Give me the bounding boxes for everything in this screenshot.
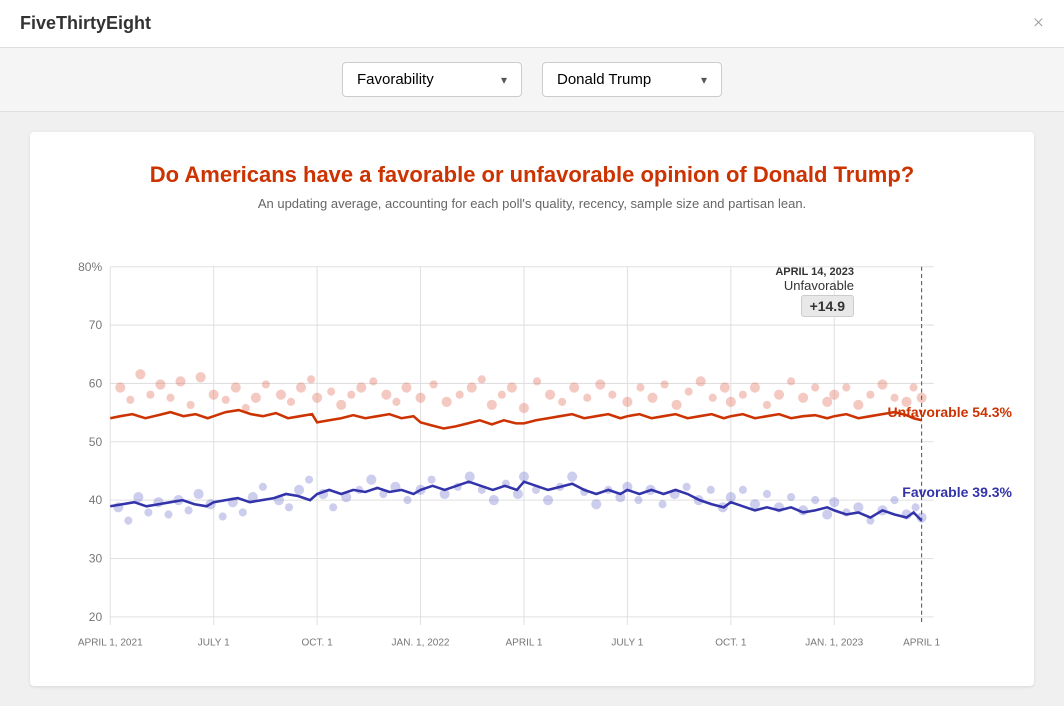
svg-text:APRIL 1: APRIL 1 [505,637,542,648]
chart-title: Do Americans have a favorable or unfavor… [50,162,1014,188]
svg-text:30: 30 [89,551,103,565]
tooltip-date: APRIL 14, 2023 [775,266,854,278]
favorability-dropdown[interactable]: Favorability ▾ [342,62,522,97]
tooltip-label: Unfavorable [775,278,854,293]
chart-container: Do Americans have a favorable or unfavor… [30,132,1034,686]
chart-area: APRIL 14, 2023 Unfavorable +14.9 Unfavor… [50,236,1014,666]
close-button[interactable]: × [1033,12,1044,35]
svg-text:JULY 1: JULY 1 [611,637,643,648]
svg-text:80%: 80% [78,260,102,274]
svg-text:20: 20 [89,610,103,624]
tooltip: APRIL 14, 2023 Unfavorable +14.9 [775,266,854,317]
main-chart-svg: 80% 70 60 50 40 30 20 APRIL 1, 2021 JULY… [50,236,1014,666]
svg-text:60: 60 [89,376,103,390]
person-dropdown[interactable]: Donald Trump ▾ [542,62,722,97]
svg-text:JAN. 1, 2022: JAN. 1, 2022 [392,637,450,648]
svg-text:OCT. 1: OCT. 1 [715,637,747,648]
svg-text:APRIL 1, 2021: APRIL 1, 2021 [78,637,143,648]
svg-text:50: 50 [89,435,103,449]
person-option: Donald Trump [557,71,651,88]
fav-label: Favorable 39.3% [902,484,1012,500]
unfav-label: Unfavorable 54.3% [888,404,1013,420]
favorability-option: Favorability [357,71,434,88]
chevron-down-icon: ▾ [501,73,507,87]
chevron-down-icon-2: ▾ [701,73,707,87]
svg-text:40: 40 [89,493,103,507]
chart-subtitle: An updating average, accounting for each… [50,196,1014,211]
svg-text:OCT. 1: OCT. 1 [302,637,334,648]
svg-text:JULY 1: JULY 1 [198,637,230,648]
svg-text:JAN. 1, 2023: JAN. 1, 2023 [805,637,863,648]
header: FiveThirtyEight × [0,0,1064,48]
svg-text:70: 70 [89,318,103,332]
tooltip-value: +14.9 [801,295,854,317]
svg-text:APRIL 1: APRIL 1 [903,637,940,648]
controls-bar: Favorability ▾ Donald Trump ▾ [0,48,1064,112]
site-logo: FiveThirtyEight [20,13,151,34]
